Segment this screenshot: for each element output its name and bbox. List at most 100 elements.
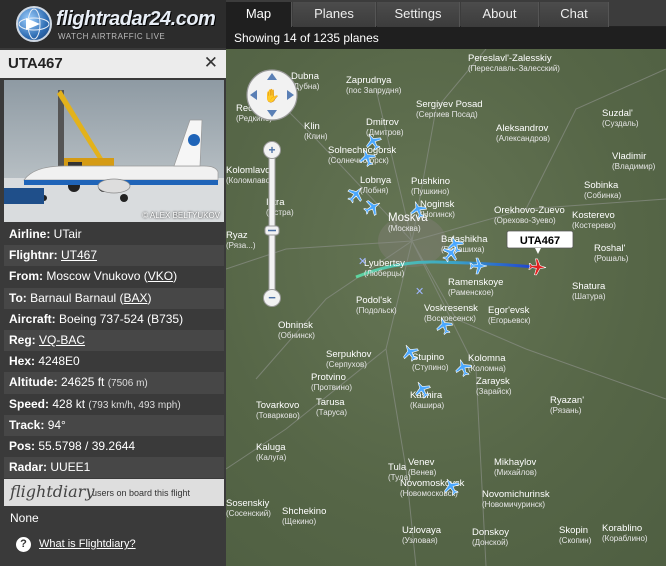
city-label: Kolomna(Коломна) (468, 353, 506, 373)
city-label: Skopin(Скопин) (559, 525, 592, 545)
airport-marker-icon[interactable]: ✕ (358, 255, 367, 268)
close-icon[interactable]: ✕ (204, 53, 218, 73)
tab-map[interactable]: Map (226, 2, 292, 27)
city-name: Lobnya (360, 175, 392, 186)
flight-info-value: UUEE1 (50, 460, 91, 475)
flight-info-extra: (7506 m) (107, 378, 148, 390)
hand-icon: ✋ (264, 88, 280, 104)
city-name-local: (Владимир) (612, 162, 656, 171)
city-name: Dubna (291, 71, 320, 82)
tab-about[interactable]: About (461, 2, 539, 27)
city-name-local: (Таруса) (316, 408, 347, 417)
map-canvas[interactable]: Dubna(Дубна)Zaprudnya(пос Запрудня)Peres… (226, 49, 666, 566)
city-name: Shatura (572, 281, 606, 292)
city-name-local: (Зарайск) (476, 387, 512, 396)
city-name-local: (Скопин) (559, 536, 592, 545)
city-name: Tula (388, 462, 407, 473)
city-name-local: (Солнечногорск) (328, 156, 389, 165)
logo[interactable]: flightradar24.com WATCH AIRTRAFFIC LIVE (0, 0, 226, 48)
airport-code-link[interactable]: BAX (124, 291, 148, 305)
city-label: Orekhovo-Zuevo(Орехово-Зуево) (494, 205, 565, 225)
city-name-local: (Новомичуринск) (482, 500, 545, 509)
flight-info-value[interactable]: VQ-BAC (39, 333, 85, 347)
city-label: Pereslavl'-Zalesskiy(Переславль-Залесски… (468, 53, 560, 73)
aircraft-photo[interactable]: © ALEX BELTYUKOV (4, 80, 224, 222)
city-label: Kaluga(Калуга) (256, 442, 287, 462)
city-label: Stupino(Ступино) (412, 352, 449, 372)
city-name-local: (Товарково) (256, 411, 300, 420)
flight-info-extra: (793 km/h, 493 mph) (88, 399, 181, 411)
city-name: Dmitrov (366, 117, 399, 128)
flight-info-label: Radar: (9, 460, 51, 475)
city-name-local: (Собинка) (584, 191, 621, 200)
flight-info-value: Moscow Vnukovo (46, 269, 141, 284)
status-bar: Showing 14 of 1235 planes (226, 27, 666, 49)
flightdiary-help-link[interactable]: What is Flightdiary? (39, 538, 136, 550)
city-name-local: (Клин) (304, 132, 328, 141)
airport-marker-icon[interactable]: ✕ (415, 285, 424, 298)
selected-flight-callsign: UTA467 (520, 235, 560, 247)
city-label: Serpukhov(Серпухов) (326, 349, 372, 369)
city-name: Moskva (388, 212, 428, 224)
city-label: Roshal'(Рошаль) (594, 243, 629, 263)
flight-info-value: 428 kt (52, 396, 86, 411)
city-name: Obninsk (278, 320, 313, 331)
city-name-local: (Рошаль) (594, 254, 629, 263)
city-name: Balashikha (441, 234, 488, 245)
flight-header: UTA467 ✕ (0, 50, 226, 78)
city-name-local: (Коломлаво) (226, 176, 273, 185)
tab-planes[interactable]: Planes (293, 2, 376, 27)
city-name: Aleksandrov (496, 123, 549, 134)
flightdiary-bar[interactable]: flightdiary users on board this flight (4, 479, 224, 506)
flight-info-label: Flightnr: (9, 248, 61, 263)
city-name: Vladimir (612, 151, 646, 162)
city-name-local: (Дмитров) (366, 128, 404, 137)
flight-info-value: Boeing 737-524 (B735) (59, 311, 184, 326)
flight-info-label: Speed: (9, 396, 53, 411)
flightdiary-users: None (4, 507, 224, 529)
city-name: Pereslavl'-Zalesskiy (468, 53, 552, 64)
city-label: Mikhaylov(Михайлов) (494, 457, 537, 477)
airport-code-link[interactable]: VKO (148, 269, 173, 283)
city-name: Ryazan' (550, 395, 584, 406)
city-name: Korablino (602, 523, 642, 534)
city-label: Aleksandrov(Александров) (496, 123, 550, 143)
flight-info-label: Altitude: (9, 375, 61, 390)
city-name-local: (Обнинск) (278, 331, 315, 340)
brand-name: flightradar24.com (56, 8, 216, 30)
map-view[interactable]: Dubna (Дубна) Zaprudnya (пос Запрудня) Peres… (226, 49, 666, 566)
city-name: Protvino (311, 372, 346, 383)
city-name-local: (Узловая) (402, 536, 438, 545)
flight-info-row: Pos: 55.5798 / 39.2644 (4, 435, 224, 458)
sidebar: flightradar24.com WATCH AIRTRAFFIC LIVE … (0, 0, 226, 566)
city-name: Kaluga (256, 442, 286, 453)
city-name: Zaraysk (476, 376, 510, 387)
city-name-local: (Коломна) (468, 364, 506, 373)
city-name: Pushkino (411, 176, 450, 187)
city-name: Kolomna (468, 353, 506, 364)
city-name: Kolomlavo (226, 165, 270, 176)
city-name-local: (Серпухов) (326, 360, 367, 369)
flight-info-row: To: Barnaul Barnaul (BAX) (4, 287, 224, 309)
city-name: Podol'sk (356, 295, 392, 306)
flightdiary-help: ? What is Flightdiary? (4, 530, 224, 560)
city-label: Sobinka(Собинка) (584, 180, 621, 200)
flight-info-row: Airline: UTair (4, 224, 224, 246)
brand-tagline: WATCH AIRTRAFFIC LIVE (58, 32, 166, 41)
city-name: Venev (408, 457, 435, 468)
city-label: Sosenskiy(Сосенский) (226, 498, 271, 518)
city-name-local: (Кораблино) (602, 534, 648, 543)
tab-settings[interactable]: Settings (377, 2, 460, 27)
flightdiary-logo: flightdiary (10, 482, 95, 501)
flight-info-value: Barnaul Barnaul (30, 290, 117, 305)
city-name: Zaprudnya (346, 75, 392, 86)
pan-control[interactable]: ✋ (246, 69, 298, 121)
city-name-local: (Подольск) (356, 306, 397, 315)
flight-info-label: Pos: (9, 438, 39, 453)
flight-info-row: Aircraft: Boeing 737-524 (B735) (4, 308, 224, 330)
flight-info-row: Radar: UUEE1 (4, 457, 224, 479)
city-name-local: (Раменское) (448, 288, 494, 297)
tab-chat[interactable]: Chat (540, 2, 609, 27)
city-label: Ryazan'(Рязань) (550, 395, 584, 415)
flight-info-value[interactable]: UT467 (61, 248, 97, 262)
